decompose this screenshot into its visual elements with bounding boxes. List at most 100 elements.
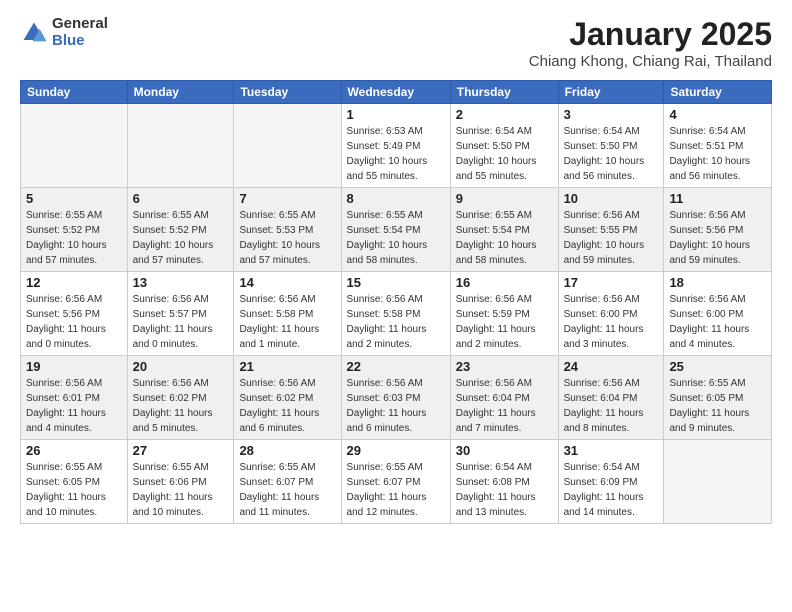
calendar-cell: 13 Sunrise: 6:56 AM Sunset: 5:57 PM Dayli… bbox=[127, 272, 234, 356]
calendar-cell: 14 Sunrise: 6:56 AM Sunset: 5:58 PM Dayli… bbox=[234, 272, 341, 356]
day-number: 22 bbox=[347, 359, 445, 374]
day-number: 26 bbox=[26, 443, 122, 458]
day-info: Sunrise: 6:56 AM Sunset: 6:01 PM Dayligh… bbox=[26, 376, 122, 436]
day-info: Sunrise: 6:54 AM Sunset: 5:51 PM Dayligh… bbox=[669, 124, 766, 184]
calendar-cell bbox=[664, 440, 772, 524]
day-number: 27 bbox=[133, 443, 229, 458]
day-info: Sunrise: 6:56 AM Sunset: 5:58 PM Dayligh… bbox=[239, 292, 335, 352]
day-info: Sunrise: 6:56 AM Sunset: 5:58 PM Dayligh… bbox=[347, 292, 445, 352]
day-info: Sunrise: 6:56 AM Sunset: 6:02 PM Dayligh… bbox=[239, 376, 335, 436]
calendar-cell: 2Sunrise: 6:54 AM Sunset: 5:50 PM Daylig… bbox=[450, 104, 558, 188]
day-number: 25 bbox=[669, 359, 766, 374]
calendar-cell: 10 Sunrise: 6:56 AM Sunset: 5:55 PM Dayli… bbox=[558, 188, 664, 272]
calendar-cell: 4 Sunrise: 6:54 AM Sunset: 5:51 PM Daylig… bbox=[664, 104, 772, 188]
day-info: Sunrise: 6:55 AM Sunset: 5:52 PM Dayligh… bbox=[26, 208, 122, 268]
calendar-cell: 29 Sunrise: 6:55 AM Sunset: 6:07 PM Dayli… bbox=[341, 440, 450, 524]
day-number: 3 bbox=[564, 107, 659, 122]
day-number: 14 bbox=[239, 275, 335, 290]
day-number: 30 bbox=[456, 443, 553, 458]
logo-general: General bbox=[52, 16, 108, 33]
main-title: January 2025 bbox=[529, 16, 772, 53]
day-info: Sunrise: 6:56 AM Sunset: 5:59 PM Dayligh… bbox=[456, 292, 553, 352]
calendar-header-row: SundayMondayTuesdayWednesdayThursdayFrid… bbox=[21, 81, 772, 104]
day-info: Sunrise: 6:55 AM Sunset: 6:05 PM Dayligh… bbox=[669, 376, 766, 436]
day-info: Sunrise: 6:56 AM Sunset: 6:04 PM Dayligh… bbox=[456, 376, 553, 436]
calendar-header-sunday: Sunday bbox=[21, 81, 128, 104]
day-info: Sunrise: 6:56 AM Sunset: 5:55 PM Dayligh… bbox=[564, 208, 659, 268]
logo: General Blue bbox=[20, 16, 108, 49]
calendar-cell: 28 Sunrise: 6:55 AM Sunset: 6:07 PM Dayli… bbox=[234, 440, 341, 524]
calendar-cell: 3 Sunrise: 6:54 AM Sunset: 5:50 PM Daylig… bbox=[558, 104, 664, 188]
day-info: Sunrise: 6:56 AM Sunset: 6:04 PM Dayligh… bbox=[564, 376, 659, 436]
header: General Blue January 2025 Chiang Khong, … bbox=[20, 16, 772, 70]
day-info: Sunrise: 6:56 AM Sunset: 6:02 PM Dayligh… bbox=[133, 376, 229, 436]
day-info: Sunrise: 6:55 AM Sunset: 5:54 PM Dayligh… bbox=[347, 208, 445, 268]
day-number: 15 bbox=[347, 275, 445, 290]
day-number: 28 bbox=[239, 443, 335, 458]
calendar-cell: 19 Sunrise: 6:56 AM Sunset: 6:01 PM Dayli… bbox=[21, 356, 128, 440]
day-info: Sunrise: 6:56 AM Sunset: 5:56 PM Dayligh… bbox=[26, 292, 122, 352]
calendar-cell: 18 Sunrise: 6:56 AM Sunset: 6:00 PM Dayli… bbox=[664, 272, 772, 356]
day-number: 11 bbox=[669, 191, 766, 206]
day-info: Sunrise: 6:55 AM Sunset: 6:06 PM Dayligh… bbox=[133, 460, 229, 520]
calendar: SundayMondayTuesdayWednesdayThursdayFrid… bbox=[20, 80, 772, 524]
calendar-cell: 24 Sunrise: 6:56 AM Sunset: 6:04 PM Dayli… bbox=[558, 356, 664, 440]
day-number: 24 bbox=[564, 359, 659, 374]
day-number: 17 bbox=[564, 275, 659, 290]
page: General Blue January 2025 Chiang Khong, … bbox=[0, 0, 792, 612]
calendar-header-thursday: Thursday bbox=[450, 81, 558, 104]
calendar-header-friday: Friday bbox=[558, 81, 664, 104]
day-number: 10 bbox=[564, 191, 659, 206]
day-info: Sunrise: 6:56 AM Sunset: 6:00 PM Dayligh… bbox=[564, 292, 659, 352]
calendar-cell: 15 Sunrise: 6:56 AM Sunset: 5:58 PM Dayli… bbox=[341, 272, 450, 356]
day-info: Sunrise: 6:56 AM Sunset: 6:03 PM Dayligh… bbox=[347, 376, 445, 436]
calendar-header-monday: Monday bbox=[127, 81, 234, 104]
day-info: Sunrise: 6:55 AM Sunset: 5:54 PM Dayligh… bbox=[456, 208, 553, 268]
subtitle: Chiang Khong, Chiang Rai, Thailand bbox=[529, 53, 772, 70]
calendar-cell: 8Sunrise: 6:55 AM Sunset: 5:54 PM Daylig… bbox=[341, 188, 450, 272]
day-number: 29 bbox=[347, 443, 445, 458]
calendar-week-4: 19 Sunrise: 6:56 AM Sunset: 6:01 PM Dayli… bbox=[21, 356, 772, 440]
day-info: Sunrise: 6:53 AM Sunset: 5:49 PM Dayligh… bbox=[347, 124, 445, 184]
calendar-cell: 26 Sunrise: 6:55 AM Sunset: 6:05 PM Dayli… bbox=[21, 440, 128, 524]
day-info: Sunrise: 6:56 AM Sunset: 6:00 PM Dayligh… bbox=[669, 292, 766, 352]
calendar-cell: 16 Sunrise: 6:56 AM Sunset: 5:59 PM Dayli… bbox=[450, 272, 558, 356]
day-info: Sunrise: 6:54 AM Sunset: 6:09 PM Dayligh… bbox=[564, 460, 659, 520]
day-number: 19 bbox=[26, 359, 122, 374]
calendar-cell: 5Sunrise: 6:55 AM Sunset: 5:52 PM Daylig… bbox=[21, 188, 128, 272]
day-number: 1 bbox=[347, 107, 445, 122]
day-number: 9 bbox=[456, 191, 553, 206]
day-number: 4 bbox=[669, 107, 766, 122]
calendar-week-3: 12 Sunrise: 6:56 AM Sunset: 5:56 PM Dayli… bbox=[21, 272, 772, 356]
day-number: 12 bbox=[26, 275, 122, 290]
calendar-cell: 25 Sunrise: 6:55 AM Sunset: 6:05 PM Dayli… bbox=[664, 356, 772, 440]
calendar-cell bbox=[127, 104, 234, 188]
day-info: Sunrise: 6:55 AM Sunset: 6:07 PM Dayligh… bbox=[239, 460, 335, 520]
calendar-header-saturday: Saturday bbox=[664, 81, 772, 104]
calendar-week-2: 5Sunrise: 6:55 AM Sunset: 5:52 PM Daylig… bbox=[21, 188, 772, 272]
day-info: Sunrise: 6:56 AM Sunset: 5:56 PM Dayligh… bbox=[669, 208, 766, 268]
calendar-cell bbox=[234, 104, 341, 188]
calendar-cell: 6Sunrise: 6:55 AM Sunset: 5:52 PM Daylig… bbox=[127, 188, 234, 272]
day-number: 13 bbox=[133, 275, 229, 290]
calendar-cell bbox=[21, 104, 128, 188]
day-number: 20 bbox=[133, 359, 229, 374]
logo-blue: Blue bbox=[52, 33, 108, 50]
day-number: 31 bbox=[564, 443, 659, 458]
logo-text: General Blue bbox=[52, 16, 108, 49]
day-number: 18 bbox=[669, 275, 766, 290]
day-number: 16 bbox=[456, 275, 553, 290]
day-info: Sunrise: 6:54 AM Sunset: 5:50 PM Dayligh… bbox=[564, 124, 659, 184]
day-info: Sunrise: 6:55 AM Sunset: 6:07 PM Dayligh… bbox=[347, 460, 445, 520]
calendar-cell: 9 Sunrise: 6:55 AM Sunset: 5:54 PM Daylig… bbox=[450, 188, 558, 272]
calendar-cell: 23Sunrise: 6:56 AM Sunset: 6:04 PM Dayli… bbox=[450, 356, 558, 440]
calendar-cell: 17 Sunrise: 6:56 AM Sunset: 6:00 PM Dayli… bbox=[558, 272, 664, 356]
day-info: Sunrise: 6:55 AM Sunset: 5:53 PM Dayligh… bbox=[239, 208, 335, 268]
day-info: Sunrise: 6:56 AM Sunset: 5:57 PM Dayligh… bbox=[133, 292, 229, 352]
day-info: Sunrise: 6:55 AM Sunset: 6:05 PM Dayligh… bbox=[26, 460, 122, 520]
day-number: 2 bbox=[456, 107, 553, 122]
calendar-week-5: 26 Sunrise: 6:55 AM Sunset: 6:05 PM Dayli… bbox=[21, 440, 772, 524]
day-info: Sunrise: 6:54 AM Sunset: 6:08 PM Dayligh… bbox=[456, 460, 553, 520]
calendar-cell: 22 Sunrise: 6:56 AM Sunset: 6:03 PM Dayli… bbox=[341, 356, 450, 440]
calendar-cell: 7Sunrise: 6:55 AM Sunset: 5:53 PM Daylig… bbox=[234, 188, 341, 272]
